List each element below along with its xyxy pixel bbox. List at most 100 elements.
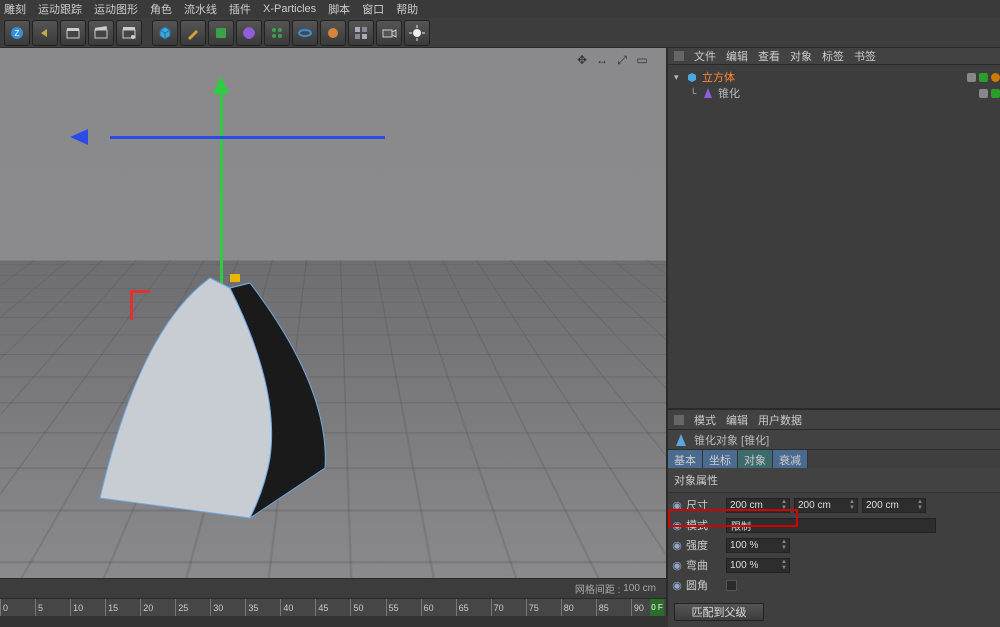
obj-menu-item[interactable]: 文件 <box>694 48 716 64</box>
ruler-tick: 65 <box>456 599 491 616</box>
attr-menu-item[interactable]: 用户数据 <box>758 412 802 428</box>
vis-render-dot[interactable] <box>979 73 988 82</box>
right-panels: 文件 编辑 查看 对象 标签 书签 ▾ 立方体 └ 锥化 <box>668 48 1000 616</box>
obj-menu-item[interactable]: 查看 <box>758 48 780 64</box>
svg-text:Z: Z <box>15 29 20 38</box>
menu-item[interactable]: 流水线 <box>184 1 217 17</box>
menu-item[interactable]: X-Particles <box>263 3 316 15</box>
clapper-1-icon[interactable] <box>60 20 86 46</box>
obj-menu-item[interactable]: 编辑 <box>726 48 748 64</box>
attr-menu-item[interactable]: 编辑 <box>726 412 748 428</box>
anim-dot-icon[interactable]: ◉ <box>672 519 682 532</box>
tab-coord[interactable]: 坐标 <box>703 450 738 468</box>
tab-basic[interactable]: 基本 <box>668 450 703 468</box>
ruler-tick: 0 <box>0 599 35 616</box>
mode-dropdown[interactable]: 限制 <box>726 518 936 533</box>
brush-button[interactable] <box>320 20 346 46</box>
size-z-field[interactable]: 200 cm▲▼ <box>862 498 926 513</box>
tapered-cube-mesh[interactable] <box>80 268 340 528</box>
obj-menu-item[interactable]: 书签 <box>854 48 876 64</box>
menu-item[interactable]: 插件 <box>229 1 251 17</box>
menu-item[interactable]: 窗口 <box>362 1 384 17</box>
clapper-2-icon[interactable] <box>88 20 114 46</box>
camera-button[interactable] <box>376 20 402 46</box>
tag-dot[interactable] <box>991 73 1000 82</box>
vis-editor-dot[interactable] <box>967 73 976 82</box>
menu-item[interactable]: 脚本 <box>328 1 350 17</box>
tab-object[interactable]: 对象 <box>738 450 773 468</box>
generator-button[interactable] <box>208 20 234 46</box>
tree-item-taper[interactable]: └ 锥化 <box>668 85 1000 101</box>
freeze-tool[interactable]: Z <box>4 20 30 46</box>
vis-render-dot[interactable] <box>991 89 1000 98</box>
spline-button[interactable] <box>292 20 318 46</box>
bend-field[interactable]: 100 %▲▼ <box>726 558 790 573</box>
fillet-checkbox[interactable] <box>726 580 737 591</box>
axis-y <box>220 88 223 288</box>
array-button[interactable] <box>264 20 290 46</box>
object-tree[interactable]: ▾ 立方体 └ 锥化 <box>668 65 1000 410</box>
vp-pan-icon[interactable]: ↔ <box>594 52 610 68</box>
anim-dot-icon[interactable]: ◉ <box>672 539 682 552</box>
obj-menu-item[interactable]: 对象 <box>790 48 812 64</box>
attr-tabs: 基本 坐标 对象 衰减 <box>668 450 1000 468</box>
light-button[interactable] <box>404 20 430 46</box>
obj-menu-item[interactable]: 标签 <box>822 48 844 64</box>
cube-primitive-button[interactable] <box>152 20 178 46</box>
floor-button[interactable] <box>348 20 374 46</box>
attr-properties: ◉ 尺寸 200 cm▲▼ 200 cm▲▼ 200 cm▲▼ ◉ 模式 限制 … <box>668 493 1000 597</box>
ruler-tick: 10 <box>70 599 105 616</box>
axis-y-arrow-icon <box>213 76 229 94</box>
viewport[interactable]: ✥ ↔ ⤢ ▭ <box>0 48 666 578</box>
menu-item[interactable]: 运动图形 <box>94 1 138 17</box>
attr-menu-item[interactable]: 模式 <box>694 412 716 428</box>
size-y-field[interactable]: 200 cm▲▼ <box>794 498 858 513</box>
pen-tool-button[interactable] <box>180 20 206 46</box>
ruler-tick: 60 <box>421 599 456 616</box>
tree-collapse-icon[interactable]: ▾ <box>674 72 682 83</box>
prop-bend: ◉ 弯曲 100 %▲▼ <box>668 555 1000 575</box>
tab-falloff[interactable]: 衰减 <box>773 450 808 468</box>
anim-dot-icon[interactable]: ◉ <box>672 579 682 592</box>
panel-grip-icon[interactable] <box>674 51 684 61</box>
anim-dot-icon[interactable]: ◉ <box>672 559 682 572</box>
panel-grip-icon[interactable] <box>674 415 684 425</box>
taper-icon <box>674 433 688 447</box>
ruler-tick: 80 <box>561 599 596 616</box>
tree-leaf-icon: └ <box>690 88 698 98</box>
fit-to-parent-button[interactable]: 匹配到父级 <box>674 603 764 621</box>
ruler-tick: 35 <box>245 599 280 616</box>
vp-zoom-icon[interactable]: ⤢ <box>614 52 630 68</box>
timeline-ruler[interactable]: 0 5 10 15 20 25 30 35 40 45 50 55 60 65 … <box>0 598 666 616</box>
vp-move-icon[interactable]: ✥ <box>574 52 590 68</box>
cube-icon <box>686 71 698 83</box>
attribute-panel: 模式 编辑 用户数据 锥化对象 [锥化] 基本 坐标 对象 衰减 对象属性 ◉ … <box>668 410 1000 627</box>
menu-item[interactable]: 雕刻 <box>4 1 26 17</box>
tree-item-cube[interactable]: ▾ 立方体 <box>668 69 1000 85</box>
prop-mode: ◉ 模式 限制 <box>668 515 1000 535</box>
strength-field[interactable]: 100 %▲▼ <box>726 538 790 553</box>
grid-spacing-label: 网格间距 : <box>575 581 621 596</box>
size-x-field[interactable]: 200 cm▲▼ <box>726 498 790 513</box>
anim-dot-icon[interactable]: ◉ <box>672 499 682 512</box>
attr-manager-menubar: 模式 编辑 用户数据 <box>668 410 1000 430</box>
prop-fillet: ◉ 圆角 <box>668 575 1000 595</box>
clapper-3-icon[interactable] <box>116 20 142 46</box>
ruler-tick: 85 <box>596 599 631 616</box>
menu-item[interactable]: 帮助 <box>396 1 418 17</box>
timeline-cursor[interactable]: 0 F <box>650 599 664 616</box>
prop-label: 模式 <box>686 517 722 533</box>
undo-button[interactable] <box>32 20 58 46</box>
deformer-button[interactable] <box>236 20 262 46</box>
viewport-nav-tools: ✥ ↔ ⤢ ▭ <box>574 52 650 68</box>
ruler-tick: 75 <box>526 599 561 616</box>
prop-label: 强度 <box>686 537 722 553</box>
menu-item[interactable]: 运动跟踪 <box>38 1 82 17</box>
viewport-status-bar: 网格间距 : 100 cm <box>0 578 666 598</box>
vp-frame-icon[interactable]: ▭ <box>634 52 650 68</box>
vis-editor-dot[interactable] <box>979 89 988 98</box>
ruler-tick: 45 <box>315 599 350 616</box>
ruler-tick: 5 <box>35 599 70 616</box>
menu-item[interactable]: 角色 <box>150 1 172 17</box>
ruler-tick: 50 <box>350 599 385 616</box>
